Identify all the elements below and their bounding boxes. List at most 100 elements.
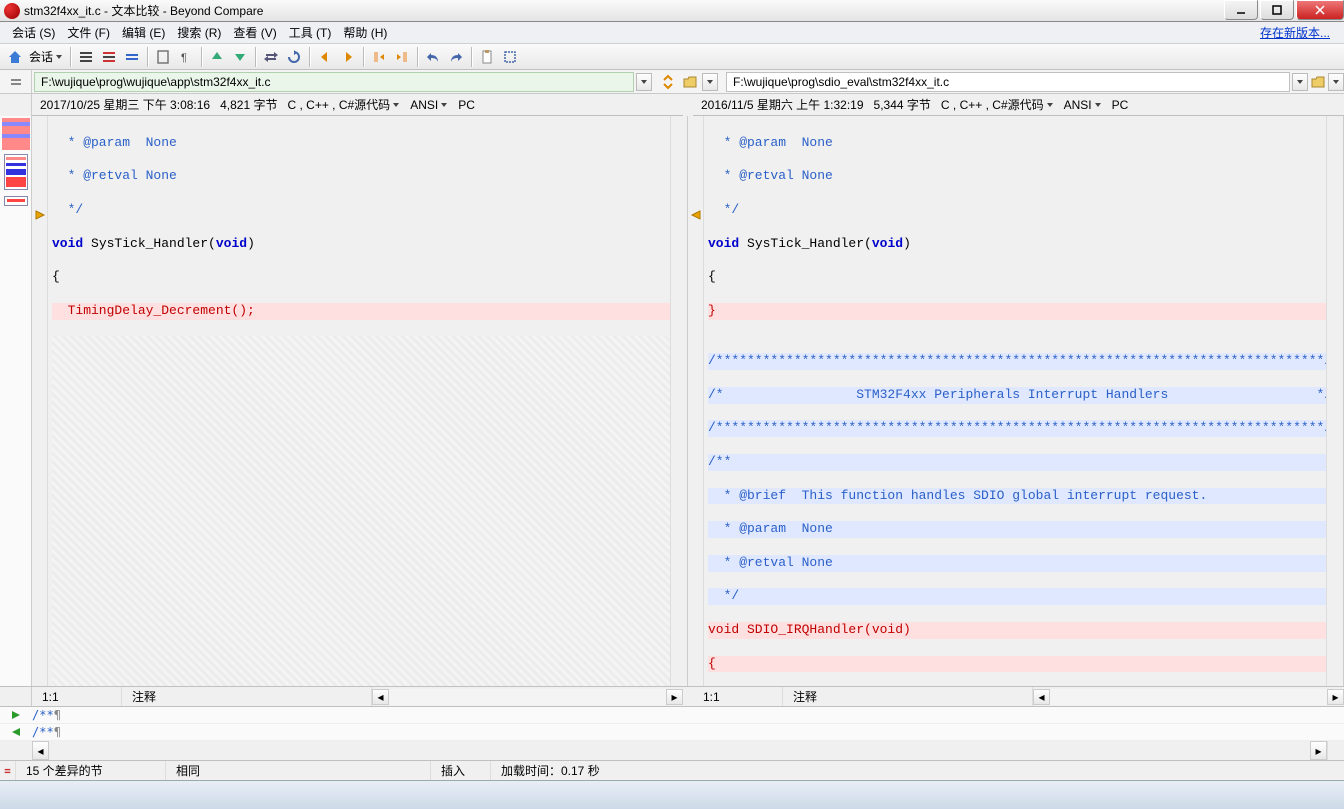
current-diff-marker-right [689, 208, 703, 222]
swap-button[interactable] [260, 46, 282, 68]
right-cursor-pos: 1:1 [693, 687, 783, 706]
format-button[interactable]: ¶ [175, 46, 197, 68]
home-button[interactable] [4, 46, 26, 68]
diff-count-label: 15 个差异的节 [16, 761, 166, 780]
right-path-history-button[interactable] [1292, 73, 1308, 91]
close-button[interactable] [1296, 0, 1344, 20]
info-bar: 2017/10/25 星期三 下午 3:08:16 4,821 字节 C , C… [0, 94, 1344, 116]
open-left-button[interactable] [680, 72, 700, 92]
statusbar: 15 个差异的节 相同 插入 加载时间：0.17 秒 [0, 760, 1344, 780]
window-title: stm32f4xx_it.c - 文本比较 - Beyond Compare [24, 2, 263, 19]
left-path-history-button[interactable] [636, 73, 652, 91]
right-platform: PC [1112, 98, 1129, 112]
show-all-button[interactable] [75, 46, 97, 68]
right-file-path-input[interactable] [726, 72, 1290, 92]
right-token-type: 注释 [783, 687, 1033, 706]
left-file-size: 4,821 字节 [220, 96, 277, 113]
right-pane: * @param None * @retval None */ void Sys… [688, 116, 1344, 686]
merge-line-text: /** [32, 708, 54, 722]
sync-scroll-button[interactable] [658, 72, 678, 92]
left-code-area[interactable]: * @param None * @retval None */ void Sys… [48, 116, 670, 686]
right-code-area[interactable]: * @param None * @retval None */ void Sys… [704, 116, 1326, 686]
select-all-button[interactable] [499, 46, 521, 68]
insert-mode-label: 插入 [431, 761, 491, 780]
left-lang-dropdown[interactable]: C , C++ , C#源代码 [287, 96, 400, 113]
left-token-type: 注释 [122, 687, 372, 706]
open-right-button[interactable] [1308, 72, 1328, 92]
minimize-button[interactable] [1224, 0, 1258, 20]
code-line-add: /* STM32F4xx Peripherals Interrupt Handl… [708, 387, 1326, 404]
left-encoding-dropdown[interactable]: ANSI [410, 98, 448, 112]
equals-icon [8, 74, 24, 90]
code-line-diff: } [708, 303, 1326, 320]
undo-button[interactable] [422, 46, 444, 68]
merge-horizontal-scrollbar[interactable]: ◂▸ [0, 741, 1344, 760]
reload-button[interactable] [283, 46, 305, 68]
left-vertical-scrollbar[interactable] [670, 116, 687, 686]
code-line-add: * @param None [708, 521, 1326, 538]
code-line-add: */ [708, 588, 1326, 605]
next-diff-button[interactable] [229, 46, 251, 68]
left-horizontal-scrollbar[interactable]: ◂▸ [372, 689, 683, 705]
left-gutter [32, 116, 48, 686]
copy-section-right-button[interactable] [391, 46, 413, 68]
code-line-add: /***************************************… [708, 420, 1326, 437]
right-encoding-dropdown[interactable]: ANSI [1064, 98, 1102, 112]
menu-tools[interactable]: 工具 (T) [283, 22, 338, 43]
copy-section-left-button[interactable] [368, 46, 390, 68]
merge-line[interactable]: /**¶ [0, 707, 1344, 724]
path-bar [0, 70, 1344, 94]
thumbnail-viewport[interactable] [4, 154, 28, 190]
menu-edit[interactable]: 编辑 (E) [116, 22, 171, 43]
code-line: * @retval None [52, 168, 670, 185]
open-right-dropdown[interactable] [1328, 73, 1344, 91]
thumbnail-column[interactable] [0, 116, 32, 686]
prev-diff-button[interactable] [206, 46, 228, 68]
right-vertical-scrollbar[interactable] [1326, 116, 1343, 686]
path-left-gutter [0, 70, 32, 93]
code-line: void SysTick_Handler(void) [52, 236, 670, 253]
diff-indicator-icon [0, 761, 16, 780]
menu-help[interactable]: 帮助 (H) [337, 22, 393, 43]
session-dropdown[interactable]: 会话 [27, 48, 67, 65]
menu-search[interactable]: 搜索 (R) [171, 22, 227, 43]
titlebar: stm32f4xx_it.c - 文本比较 - Beyond Compare [0, 0, 1344, 22]
pane-status-bar: 1:1 注释 ◂▸ 1:1 注释 ◂▸ [0, 686, 1344, 706]
code-line: void SysTick_Handler(void) [708, 236, 1326, 253]
code-line: * @param None [708, 135, 1326, 152]
new-version-link[interactable]: 存在新版本... [1260, 24, 1338, 41]
pilcrow-icon: ¶ [54, 725, 61, 739]
left-file-path-input[interactable] [34, 72, 634, 92]
right-horizontal-scrollbar[interactable]: ◂▸ [1033, 689, 1344, 705]
code-line-diff: { [708, 656, 1326, 673]
os-taskbar [0, 780, 1344, 809]
right-gutter [688, 116, 704, 686]
menu-session[interactable]: 会话 (S) [6, 22, 61, 43]
merge-line-text: /** [32, 725, 54, 739]
code-line-add: /** [708, 454, 1326, 471]
maximize-button[interactable] [1260, 0, 1294, 20]
right-lang-dropdown[interactable]: C , C++ , C#源代码 [941, 96, 1054, 113]
merge-arrow-right-icon [0, 709, 32, 721]
svg-text:¶: ¶ [181, 52, 187, 64]
left-pane: * @param None * @retval None */ void Sys… [32, 116, 688, 686]
right-file-size: 5,344 字节 [874, 96, 931, 113]
work-area: * @param None * @retval None */ void Sys… [0, 116, 1344, 686]
code-line: * @retval None [708, 168, 1326, 185]
open-left-dropdown[interactable] [702, 73, 718, 91]
show-diffs-button[interactable] [98, 46, 120, 68]
show-same-button[interactable] [121, 46, 143, 68]
menubar: 会话 (S) 文件 (F) 编辑 (E) 搜索 (R) 查看 (V) 工具 (T… [0, 22, 1344, 44]
menu-file[interactable]: 文件 (F) [61, 22, 116, 43]
clipboard-button[interactable] [476, 46, 498, 68]
redo-button[interactable] [445, 46, 467, 68]
merge-preview-area: /**¶ /**¶ ◂▸ [0, 706, 1344, 760]
code-hatch-filler [52, 336, 670, 686]
merge-line[interactable]: /**¶ [0, 724, 1344, 741]
copy-left-button[interactable] [314, 46, 336, 68]
copy-right-button[interactable] [337, 46, 359, 68]
menu-view[interactable]: 查看 (V) [227, 22, 282, 43]
rules-button[interactable] [152, 46, 174, 68]
right-file-date: 2016/11/5 星期六 上午 1:32:19 [701, 96, 864, 113]
code-line-add: /***************************************… [708, 353, 1326, 370]
